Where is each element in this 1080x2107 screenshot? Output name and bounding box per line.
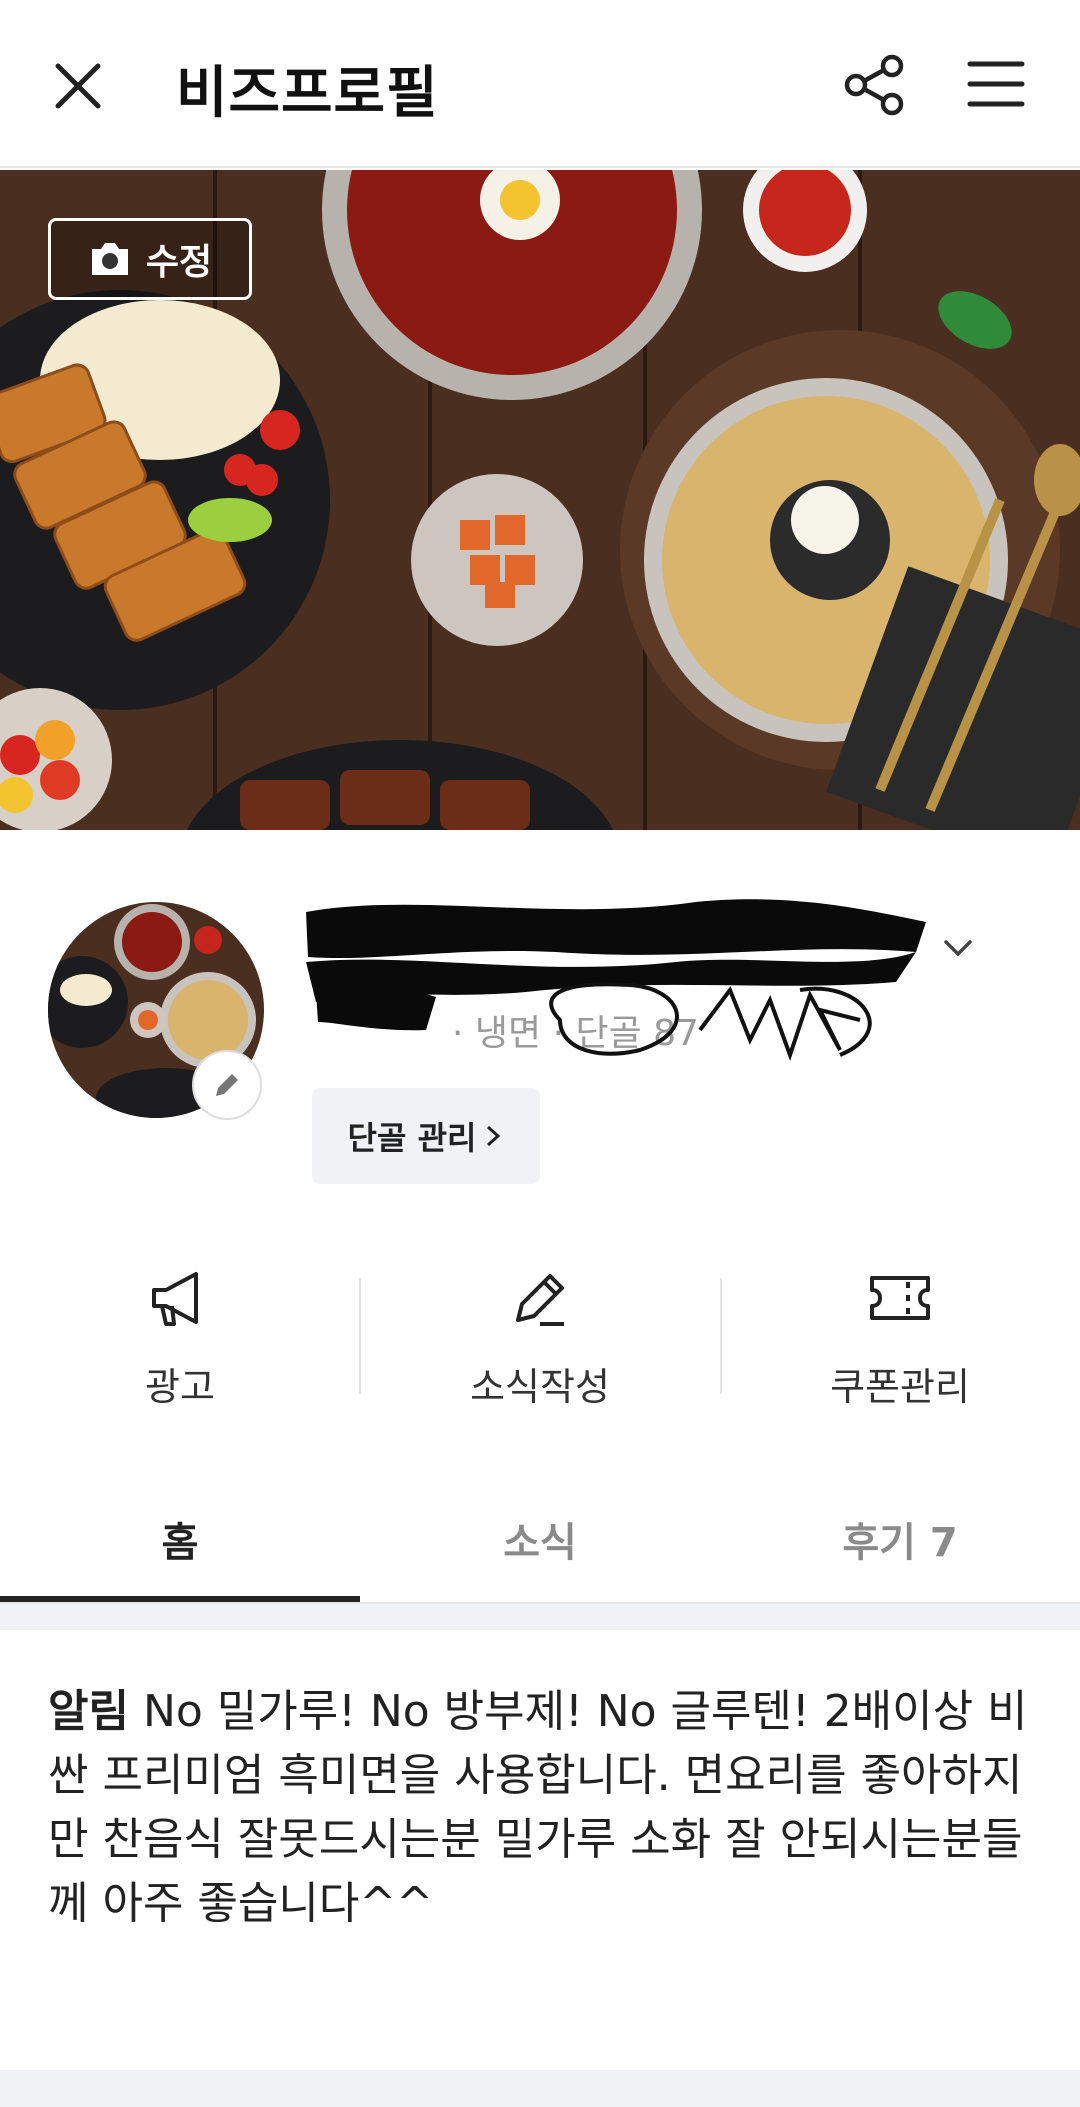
chevron-down-icon[interactable] (940, 930, 976, 966)
coupon-manage-action[interactable]: 쿠폰관리 (720, 1262, 1080, 1422)
cover-edit-label: 수정 (145, 242, 213, 283)
menu-icon[interactable] (966, 56, 1026, 112)
share-icon[interactable] (842, 52, 908, 118)
tab-reviews[interactable]: 후기 7 (720, 1510, 1080, 1600)
write-news-action[interactable]: 소식작성 (360, 1262, 720, 1422)
notice-tag: 알림 (48, 1686, 129, 1737)
notice-body: No 밀가루! No 방부제! No 글루텐! 2배이상 비싼 프리미엄 흑미면… (48, 1686, 1028, 1929)
top-app-bar (0, 0, 1080, 168)
write-news-label: 소식작성 (470, 1365, 610, 1409)
section-gap (0, 1604, 1080, 1630)
camera-icon (91, 243, 128, 275)
ad-action[interactable]: 광고 (0, 1262, 360, 1422)
ticket-icon (870, 1276, 930, 1320)
regular-customer-manage-label: 단골 관리 (347, 1119, 477, 1157)
avatar-edit-button[interactable] (192, 1050, 262, 1120)
page-title: 비즈프로필 (176, 61, 439, 126)
tab-news[interactable]: 소식 (360, 1510, 720, 1600)
close-icon[interactable] (46, 54, 110, 118)
regular-customer-manage-button[interactable]: 단골 관리 (312, 1088, 540, 1184)
megaphone-icon (152, 1272, 198, 1326)
pencil-icon (516, 1274, 564, 1326)
notice-text-block: 알림 No 밀가루! No 방부제! No 글루텐! 2배이상 비싼 프리미엄 흑… (48, 1680, 1038, 1936)
section-gap (0, 2070, 1080, 2107)
tab-home[interactable]: 홈 (0, 1510, 360, 1600)
pencil-icon (216, 1074, 238, 1096)
ad-label: 광고 (145, 1365, 215, 1409)
cover-edit-button[interactable]: 수정 (48, 218, 252, 300)
chevron-right-icon (487, 1125, 501, 1147)
coupon-manage-label: 쿠폰관리 (830, 1365, 970, 1409)
